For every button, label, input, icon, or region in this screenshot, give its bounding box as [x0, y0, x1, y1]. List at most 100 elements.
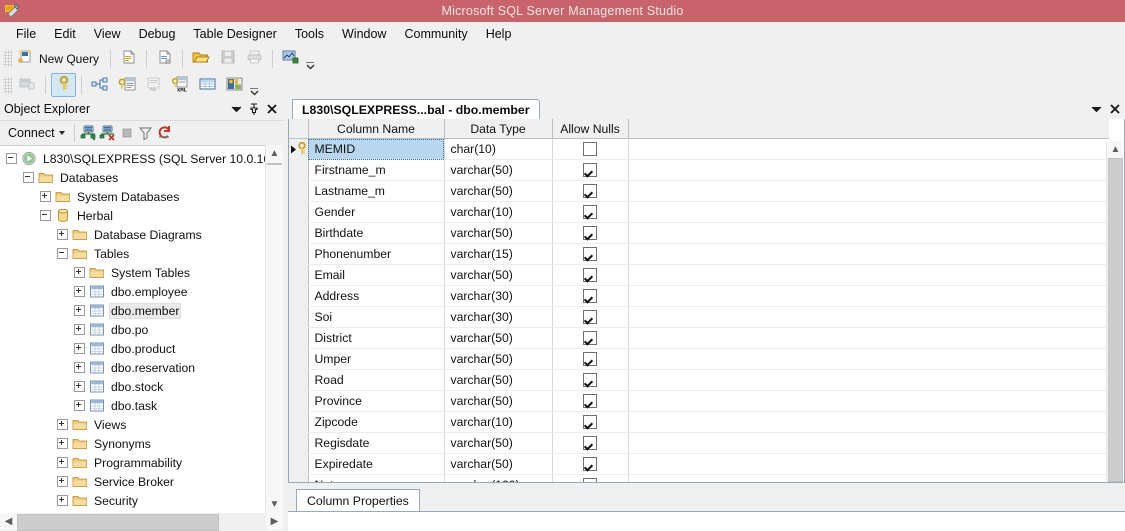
set-primary-key-button[interactable]	[51, 73, 76, 97]
tree-node-herbal[interactable]: Herbal	[0, 206, 266, 225]
disconnect-button[interactable]	[99, 124, 117, 142]
tree-node-system-tables[interactable]: System Tables	[0, 263, 266, 282]
table-row[interactable]: Phonenumber varchar(15)	[289, 243, 1109, 265]
allow-nulls-checkbox[interactable]	[583, 289, 597, 304]
close-document-button[interactable]	[1107, 100, 1123, 117]
expand-icon[interactable]	[57, 419, 68, 430]
scroll-up-arrow[interactable]: ▲	[1107, 141, 1124, 158]
allow-nulls-checkbox[interactable]	[583, 163, 597, 178]
tree-node-views[interactable]: Views	[0, 415, 266, 434]
toolbar-overflow-button[interactable]	[248, 74, 260, 96]
menu-view[interactable]: View	[85, 24, 130, 44]
allow-nulls-checkbox[interactable]	[583, 142, 597, 157]
table-row[interactable]: Firstname_m varchar(50)	[289, 159, 1109, 181]
menu-tools[interactable]: Tools	[286, 24, 333, 44]
row-header-cell[interactable]	[289, 453, 309, 475]
generate-change-script-button[interactable]	[15, 73, 40, 97]
allow-nulls-checkbox[interactable]	[583, 352, 597, 367]
table-row[interactable]: Notevarchar(100)	[289, 474, 1109, 482]
header-allow-nulls[interactable]: Allow Nulls	[552, 119, 629, 139]
data-type-cell[interactable]: varchar(50)	[444, 348, 553, 370]
expand-icon[interactable]	[57, 457, 68, 468]
data-type-cell[interactable]: varchar(50)	[444, 327, 553, 349]
expand-icon[interactable]	[74, 362, 85, 373]
allow-nulls-checkbox[interactable]	[583, 331, 597, 346]
allow-nulls-cell[interactable]	[552, 327, 629, 349]
row-header-cell[interactable]	[289, 201, 309, 223]
tab-dbo-member[interactable]: L830\SQLEXPRESS...bal - dbo.member	[292, 99, 540, 121]
row-header-cell[interactable]	[289, 432, 309, 454]
connect-object-explorer-button[interactable]	[80, 124, 98, 142]
allow-nulls-cell[interactable]	[552, 222, 629, 244]
allow-nulls-checkbox[interactable]	[583, 394, 597, 409]
header-column-name[interactable]: Column Name	[308, 119, 445, 139]
manage-partitions-button[interactable]	[222, 73, 247, 97]
allow-nulls-cell[interactable]	[552, 201, 629, 223]
tree-node-databases[interactable]: Databases	[0, 168, 266, 187]
data-type-cell[interactable]: varchar(30)	[444, 306, 553, 328]
data-type-cell[interactable]: varchar(30)	[444, 285, 553, 307]
allow-nulls-cell[interactable]	[552, 159, 629, 181]
toolbar-grip[interactable]	[3, 76, 12, 94]
allow-nulls-cell[interactable]	[552, 390, 629, 412]
table-designer-grid[interactable]: Column Name Data Type Allow Nulls MEMID c…	[288, 119, 1125, 483]
row-header-cell[interactable]	[289, 180, 309, 202]
scroll-right-arrow[interactable]: ▶	[266, 513, 283, 530]
data-type-cell[interactable]: varchar(10)	[444, 201, 553, 223]
expand-icon[interactable]	[57, 229, 68, 240]
tree-node-synonyms[interactable]: Synonyms	[0, 434, 266, 453]
new-analysis-services-query-button[interactable]	[152, 47, 177, 71]
table-row[interactable]: Email varchar(50)	[289, 264, 1109, 286]
manage-indexes-keys-button[interactable]	[114, 73, 139, 97]
allow-nulls-checkbox[interactable]	[583, 184, 597, 199]
tree-node-tables[interactable]: Tables	[0, 244, 266, 263]
relationships-button[interactable]	[87, 73, 112, 97]
row-header-cell[interactable]	[289, 327, 309, 349]
row-header-cell[interactable]	[289, 159, 309, 181]
data-type-cell[interactable]: varchar(50)	[444, 180, 553, 202]
object-explorer-horizontal-scrollbar[interactable]: ◀ ▶	[0, 513, 283, 531]
expand-icon[interactable]	[74, 343, 85, 354]
row-header-cell[interactable]	[289, 474, 309, 482]
tree-node-dbo-employee[interactable]: dbo.employee	[0, 282, 266, 301]
tab-column-properties[interactable]: Column Properties	[296, 489, 420, 511]
column-name-cell[interactable]: Province	[308, 390, 445, 412]
allow-nulls-cell[interactable]	[552, 180, 629, 202]
column-name-cell[interactable]: Lastname_m	[308, 180, 445, 202]
collapse-icon[interactable]	[6, 153, 17, 164]
allow-nulls-cell[interactable]	[552, 138, 629, 160]
window-dropdown-button[interactable]	[227, 100, 245, 118]
allow-nulls-checkbox[interactable]	[583, 415, 597, 430]
column-name-cell[interactable]: Phonenumber	[308, 243, 445, 265]
close-panel-button[interactable]	[263, 100, 281, 118]
auto-hide-pin-button[interactable]	[245, 100, 263, 118]
expand-icon[interactable]	[74, 400, 85, 411]
data-type-cell[interactable]: varchar(50)	[444, 453, 553, 475]
scroll-track[interactable]	[17, 513, 266, 531]
allow-nulls-checkbox[interactable]	[583, 457, 597, 472]
new-database-engine-query-button[interactable]	[116, 47, 141, 71]
data-type-cell[interactable]: varchar(50)	[444, 369, 553, 391]
row-header-cell[interactable]	[289, 222, 309, 244]
manage-fulltext-index-button[interactable]: AB	[141, 73, 166, 97]
row-header-cell[interactable]	[289, 138, 309, 160]
data-type-cell[interactable]: varchar(50)	[444, 432, 553, 454]
table-row[interactable]: Road varchar(50)	[289, 369, 1109, 391]
menu-edit[interactable]: Edit	[45, 24, 85, 44]
collapse-icon[interactable]	[23, 172, 34, 183]
allow-nulls-cell[interactable]	[552, 432, 629, 454]
toolbar-grip[interactable]	[3, 50, 12, 67]
menu-window[interactable]: Window	[333, 24, 395, 44]
activity-monitor-button[interactable]	[278, 47, 303, 71]
scroll-thumb[interactable]	[17, 514, 219, 531]
column-name-cell[interactable]: District	[308, 327, 445, 349]
menu-community[interactable]: Community	[395, 24, 476, 44]
expand-icon[interactable]	[74, 381, 85, 392]
tree-node-database-diagrams[interactable]: Database Diagrams	[0, 225, 266, 244]
table-row[interactable]: Soi varchar(30)	[289, 306, 1109, 328]
filter-button[interactable]	[137, 124, 155, 142]
allow-nulls-checkbox[interactable]	[583, 478, 597, 482]
tree-node-dbo-reservation[interactable]: dbo.reservation	[0, 358, 266, 377]
table-row[interactable]: MEMID char(10)	[289, 138, 1109, 160]
column-name-cell[interactable]: MEMID	[308, 138, 445, 160]
